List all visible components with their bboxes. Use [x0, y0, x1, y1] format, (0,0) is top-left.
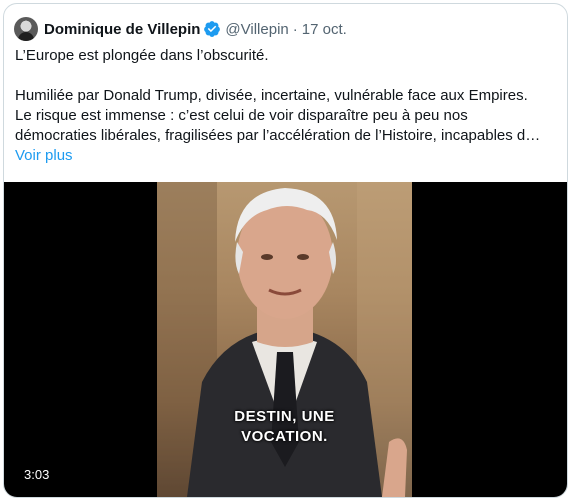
subtitle-line: VOCATION. [241, 428, 328, 445]
video-duration-badge: 3:03 [18, 465, 56, 484]
author-avatar[interactable] [14, 17, 38, 41]
tweet-line: démocraties libérales, fragilisées par l… [15, 127, 541, 144]
author-handle[interactable]: @Villepin [225, 21, 288, 38]
separator-dot: · [292, 20, 298, 38]
tweet-card[interactable]: Dominique de Villepin @Villepin · 17 oct… [3, 3, 568, 498]
tweet-line: Humiliée par Donald Trump, divisée, ince… [15, 87, 528, 104]
show-more-link[interactable]: Voir plus [15, 147, 73, 164]
tweet-line: Le risque est immense : c’est celui de v… [15, 107, 468, 124]
author-name[interactable]: Dominique de Villepin [44, 21, 200, 38]
verified-badge-icon [204, 21, 221, 37]
tweet-header: Dominique de Villepin @Villepin · 17 oct… [14, 17, 347, 41]
video-frame[interactable]: DESTIN, UNE VOCATION. [157, 182, 412, 497]
tweet-date[interactable]: 17 oct. [302, 21, 347, 38]
video-subtitle: DESTIN, UNE VOCATION. [157, 407, 412, 447]
video-player[interactable]: DESTIN, UNE VOCATION. 3:03 [4, 182, 567, 497]
speaker-figure [157, 182, 412, 497]
tweet-text: L’Europe est plongée dans l’obscurité. H… [15, 46, 555, 166]
subtitle-line: DESTIN, UNE [234, 408, 335, 425]
tweet-line: L’Europe est plongée dans l’obscurité. [15, 47, 269, 64]
